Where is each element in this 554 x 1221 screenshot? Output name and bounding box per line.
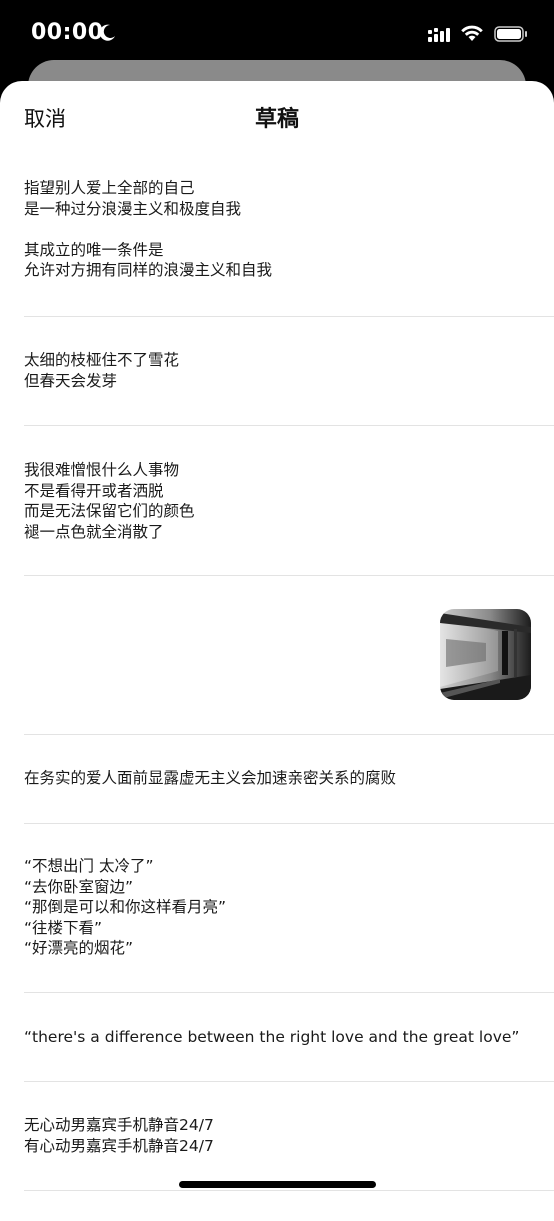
draft-line: 无心动男嘉宾手机静音24/7 — [24, 1116, 214, 1134]
battery-icon — [494, 26, 527, 42]
draft-line: 褪一点色就全消散了 — [24, 522, 164, 541]
draft-line: 允许对方拥有同样的浪漫主义和自我 — [24, 261, 273, 279]
draft-line: 有心动男嘉宾手机静音24/7 — [24, 1136, 214, 1155]
draft-line: 我很难憎恨什么人事物 — [24, 461, 180, 479]
draft-item[interactable]: 指望别人爱上全部的自己 是一种过分浪漫主义和极度自我 其成立的唯一条件是 允许对… — [24, 178, 554, 281]
moon-icon — [99, 24, 115, 41]
divider — [24, 1081, 554, 1082]
divider — [24, 425, 554, 426]
status-time: 00:00 — [31, 20, 104, 45]
page-title: 草稿 — [254, 107, 299, 132]
draft-line: “去你卧室窗边” — [24, 877, 134, 896]
draft-line — [24, 219, 554, 240]
draft-item[interactable]: 在务实的爱人面前显露虚无主义会加速亲密关系的腐败 — [24, 768, 554, 789]
draft-line: 其成立的唯一条件是 — [24, 240, 164, 259]
home-indicator[interactable] — [179, 1181, 376, 1188]
drafts-sheet: 取消 草稿 指望别人爱上全部的自己 是一种过分浪漫主义和极度自我 其成立的唯一条… — [0, 81, 554, 1221]
draft-image-thumbnail[interactable] — [440, 609, 531, 700]
draft-line: “好漂亮的烟花” — [24, 939, 134, 957]
train-window-photo — [440, 609, 531, 700]
divider — [24, 1190, 554, 1191]
draft-item[interactable]: 太细的枝桠住不了雪花 但春天会发芽 — [24, 350, 554, 391]
draft-line: “不想出门 太冷了” — [24, 857, 154, 875]
cellular-signal-icon — [428, 28, 450, 42]
draft-line: 太细的枝桠住不了雪花 — [24, 351, 180, 369]
draft-line: “那倒是可以和你这样看月亮” — [24, 898, 227, 916]
draft-line: 不是看得开或者洒脱 — [24, 481, 164, 500]
divider — [24, 316, 554, 317]
divider — [24, 823, 554, 824]
divider — [24, 575, 554, 576]
draft-item[interactable]: “there's a difference between the right … — [24, 1027, 554, 1048]
draft-line: 是一种过分浪漫主义和极度自我 — [24, 199, 242, 218]
draft-item[interactable]: 无心动男嘉宾手机静音24/7 有心动男嘉宾手机静音24/7 — [24, 1115, 554, 1156]
divider — [24, 734, 554, 735]
status-bar: 00:00 — [0, 0, 554, 62]
draft-line: 但春天会发芽 — [24, 371, 118, 390]
nav-bar: 取消 草稿 — [0, 81, 554, 151]
draft-line: 指望别人爱上全部的自己 — [24, 179, 195, 197]
draft-line: 在务实的爱人面前显露虚无主义会加速亲密关系的腐败 — [24, 769, 397, 787]
draft-line: 而是无法保留它们的颜色 — [24, 502, 195, 520]
draft-line: “there's a difference between the right … — [24, 1028, 520, 1046]
draft-line: “往楼下看” — [24, 918, 103, 937]
draft-item[interactable]: “不想出门 太冷了” “去你卧室窗边” “那倒是可以和你这样看月亮” “往楼下看… — [24, 856, 554, 959]
draft-item[interactable]: 我很难憎恨什么人事物 不是看得开或者洒脱 而是无法保留它们的颜色 褪一点色就全消… — [24, 460, 554, 542]
divider — [24, 992, 554, 993]
wifi-icon — [461, 25, 483, 41]
